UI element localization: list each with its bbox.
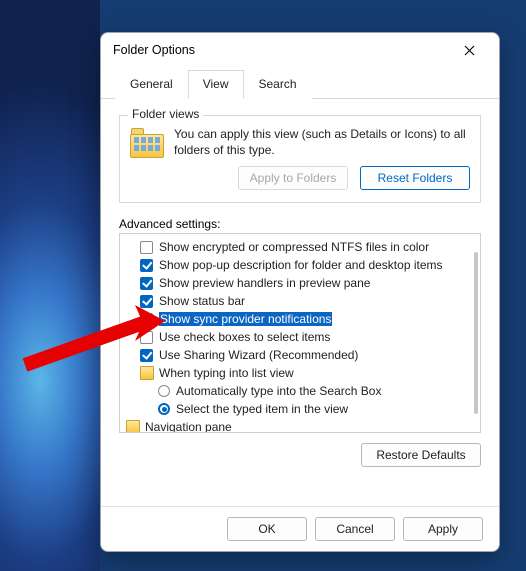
tree-item[interactable]: Use check boxes to select items — [122, 328, 478, 346]
advanced-settings-tree[interactable]: Show encrypted or compressed NTFS files … — [119, 233, 481, 433]
tree-item-label: Automatically type into the Search Box — [176, 384, 381, 398]
tab-search[interactable]: Search — [244, 70, 312, 99]
tree-item[interactable]: Show preview handlers in preview pane — [122, 274, 478, 292]
folder-views-legend: Folder views — [128, 107, 203, 121]
tree-item-label: Navigation pane — [145, 420, 232, 433]
apply-to-folders-button[interactable]: Apply to Folders — [238, 166, 348, 190]
dialog-footer: OK Cancel Apply — [101, 506, 499, 551]
checkbox-icon[interactable] — [140, 349, 153, 362]
checkbox-icon[interactable] — [140, 259, 153, 272]
tree-item[interactable]: Use Sharing Wizard (Recommended) — [122, 346, 478, 364]
tree-item[interactable]: Navigation pane — [122, 418, 478, 433]
tree-item[interactable]: Automatically type into the Search Box — [122, 382, 478, 400]
tree-item-label: Show preview handlers in preview pane — [159, 276, 370, 290]
tree-item-label: Show pop-up description for folder and d… — [159, 258, 443, 272]
checkbox-icon[interactable] — [140, 313, 153, 326]
folder-icon — [126, 420, 140, 433]
checkbox-icon[interactable] — [140, 277, 153, 290]
ok-button[interactable]: OK — [227, 517, 307, 541]
dialog-title: Folder Options — [113, 43, 195, 57]
tree-item[interactable]: Show status bar — [122, 292, 478, 310]
folder-views-group: Folder views You can apply this view (su… — [119, 115, 481, 203]
scrollbar[interactable] — [474, 252, 478, 414]
tree-item[interactable]: Select the typed item in the view — [122, 400, 478, 418]
tree-item[interactable]: Show pop-up description for folder and d… — [122, 256, 478, 274]
desktop-background — [0, 0, 100, 571]
tree-item-label: Use Sharing Wizard (Recommended) — [159, 348, 358, 362]
folder-views-text: You can apply this view (such as Details… — [174, 126, 470, 158]
tree-item[interactable]: Show encrypted or compressed NTFS files … — [122, 238, 478, 256]
tree-item[interactable]: Show sync provider notifications — [122, 310, 478, 328]
apply-button[interactable]: Apply — [403, 517, 483, 541]
checkbox-icon[interactable] — [140, 295, 153, 308]
radio-icon[interactable] — [158, 385, 170, 397]
cancel-button[interactable]: Cancel — [315, 517, 395, 541]
tree-item-label: Show sync provider notifications — [159, 312, 332, 326]
close-button[interactable] — [451, 36, 487, 64]
tree-item-label: Use check boxes to select items — [159, 330, 330, 344]
advanced-settings-label: Advanced settings: — [119, 217, 481, 231]
tree-item[interactable]: When typing into list view — [122, 364, 478, 382]
folder-icon — [140, 366, 154, 380]
tab-strip: General View Search — [101, 69, 499, 99]
checkbox-icon[interactable] — [140, 331, 153, 344]
radio-icon[interactable] — [158, 403, 170, 415]
titlebar: Folder Options — [101, 33, 499, 67]
tree-item-label: When typing into list view — [159, 366, 294, 380]
reset-folders-button[interactable]: Reset Folders — [360, 166, 470, 190]
tree-item-label: Show status bar — [159, 294, 245, 308]
tree-item-label: Show encrypted or compressed NTFS files … — [159, 240, 429, 254]
restore-defaults-button[interactable]: Restore Defaults — [361, 443, 481, 467]
folder-views-icon — [130, 128, 164, 158]
close-icon — [464, 45, 475, 56]
tab-general[interactable]: General — [115, 70, 188, 99]
folder-options-dialog: Folder Options General View Search Folde… — [100, 32, 500, 552]
checkbox-icon[interactable] — [140, 241, 153, 254]
tab-body: Folder views You can apply this view (su… — [101, 99, 499, 506]
tree-item-label: Select the typed item in the view — [176, 402, 348, 416]
tab-view[interactable]: View — [188, 70, 244, 99]
